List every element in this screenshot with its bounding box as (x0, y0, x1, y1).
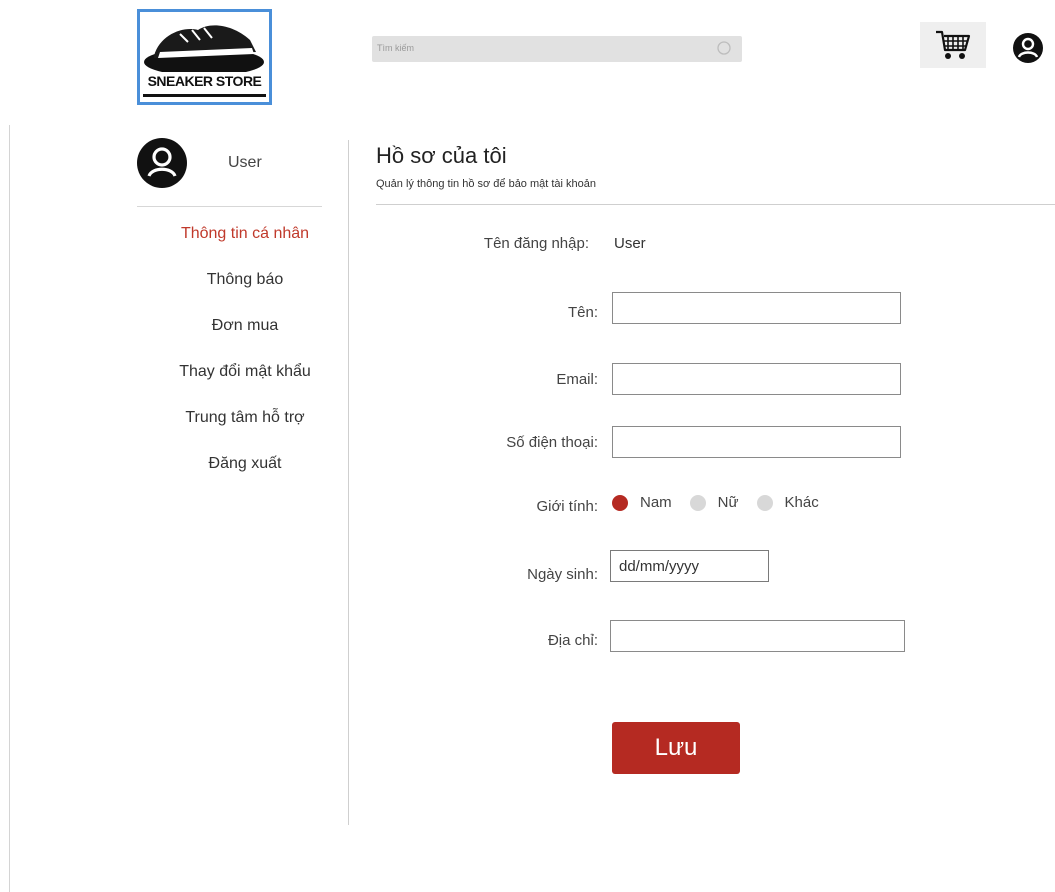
phone-field[interactable] (612, 426, 901, 458)
search-bar[interactable]: Tìm kiếm (372, 36, 742, 62)
address-field[interactable] (610, 620, 905, 652)
search-placeholder: Tìm kiếm (377, 43, 414, 53)
logo-text: SNEAKER STORE (147, 73, 262, 89)
sidebar-item-logout[interactable]: Đăng xuất (155, 452, 335, 498)
username-value: User (614, 235, 646, 252)
title-divider (376, 204, 1055, 205)
search-icon[interactable] (716, 40, 732, 56)
page-subtitle: Quản lý thông tin hồ sơ để bảo mật tài k… (376, 178, 597, 190)
sidebar-nav: Thông tin cá nhân Thông báo Đơn mua Thay… (155, 222, 335, 498)
sidebar-item-personal-info[interactable]: Thông tin cá nhân (155, 222, 335, 268)
gender-label: Giới tính: (536, 498, 598, 515)
gender-option-nu: Nữ (717, 494, 739, 511)
save-button[interactable]: Lưu (612, 722, 740, 774)
email-field[interactable] (612, 363, 901, 395)
gender-radio-nam[interactable] (612, 494, 628, 511)
name-label: Tên: (567, 304, 598, 321)
cart-button[interactable] (920, 22, 986, 68)
gender-radio-group: Nam Nữ Khác (612, 494, 837, 511)
phone-label: Số điện thoại: (506, 434, 598, 451)
store-logo[interactable]: SNEAKER STORE (137, 9, 272, 105)
email-label: Email: (556, 371, 598, 388)
user-avatar-icon (1013, 33, 1043, 63)
page-title: Hồ sơ của tôi (376, 143, 507, 168)
dob-label: Ngày sinh: (527, 566, 598, 583)
sidebar-item-notifications[interactable]: Thông báo (155, 268, 335, 314)
gender-option-khac: Khác (784, 494, 819, 511)
vertical-divider (348, 140, 349, 825)
dob-field[interactable] (610, 550, 769, 582)
gender-option-nam: Nam (640, 494, 672, 511)
account-button[interactable] (1012, 32, 1044, 64)
sidebar-item-support[interactable]: Trung tâm hỗ trợ (155, 406, 335, 452)
username-label: Tên đăng nhập: (483, 235, 589, 252)
page-left-border (9, 125, 10, 892)
sidebar-username: User (228, 154, 262, 171)
sidebar-avatar-icon (137, 138, 187, 188)
sidebar-separator (137, 206, 322, 207)
gender-radio-nu[interactable] (689, 494, 706, 511)
name-field[interactable] (612, 292, 901, 324)
sidebar-item-orders[interactable]: Đơn mua (155, 314, 335, 360)
cart-icon (936, 30, 971, 59)
gender-radio-khac[interactable] (756, 494, 773, 511)
address-label: Địa chỉ: (547, 632, 598, 649)
sidebar-item-change-password[interactable]: Thay đổi mật khẩu (155, 360, 335, 406)
